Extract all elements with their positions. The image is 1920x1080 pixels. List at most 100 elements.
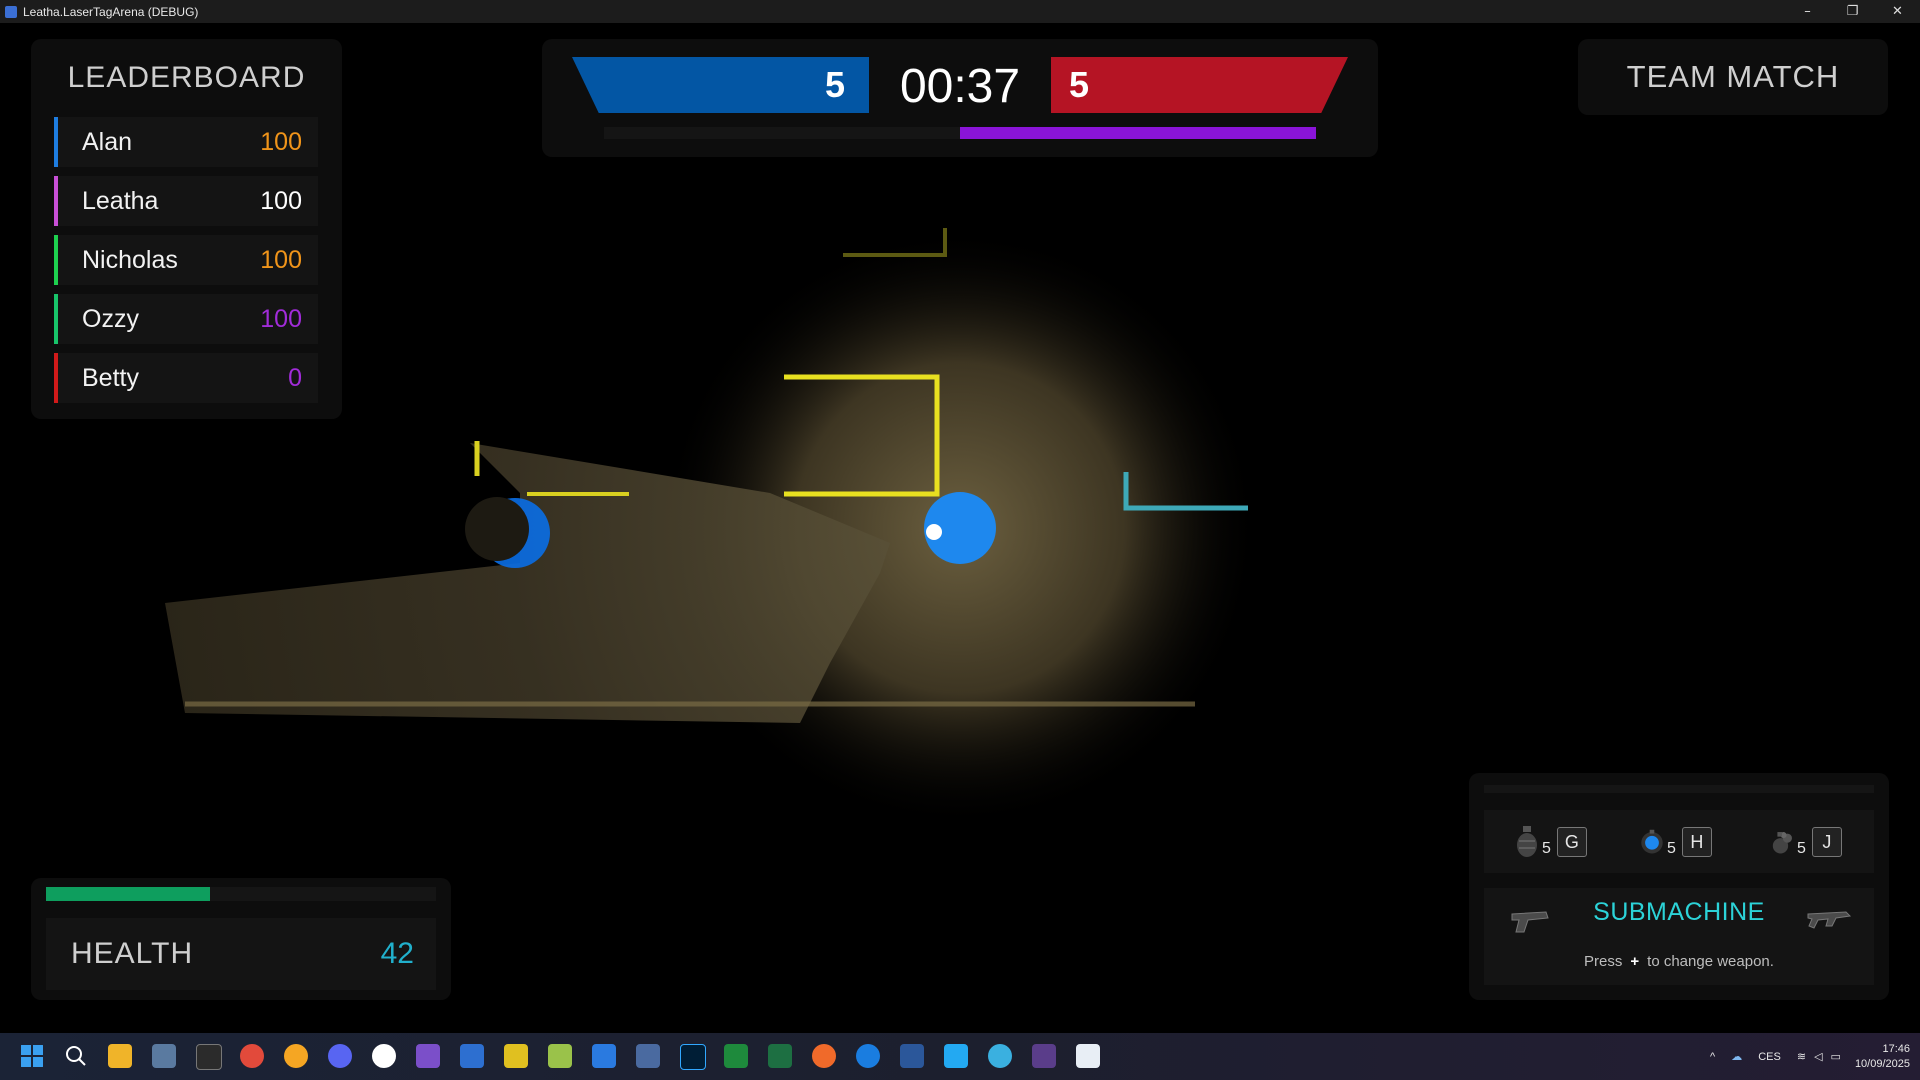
health-label: HEALTH [71,937,194,970]
match-progress-bar [604,127,1316,139]
health-bar-fill [46,887,210,901]
leaderboard-row: Nicholas 100 [54,235,318,285]
game-viewport[interactable]: LEADERBOARD Alan 100 Leatha 100 Nicholas… [0,23,1920,1033]
game-mode-panel: TEAM MATCH [1578,39,1888,115]
remote-desktop-icon[interactable] [460,1044,484,1068]
grenade-count: 5 [1542,840,1551,857]
grenade-count: 5 [1667,840,1676,857]
chrome-icon[interactable] [240,1044,264,1068]
player-avatar [924,492,996,564]
onedrive-icon[interactable]: ☁ [1731,1050,1742,1063]
player-name: Leatha [82,186,159,215]
weapon-cooldown-bar [1484,785,1874,793]
terminal-icon[interactable] [196,1044,222,1070]
team-color-bar [54,294,58,344]
language-indicator[interactable]: CES [1758,1051,1781,1063]
health-panel: HEALTH 42 [31,878,451,1000]
player-name: Alan [82,127,133,156]
close-button[interactable]: ✕ [1875,0,1920,23]
battery-icon[interactable]: ▭ [1831,1050,1841,1063]
terminal-preview-icon[interactable] [1032,1044,1056,1068]
team-scoreboard: 5 5 00:37 [542,39,1378,157]
leaderboard-row: Ozzy 100 [54,294,318,344]
player-score: 100 [260,245,302,274]
word-icon[interactable] [900,1044,924,1068]
notepad-icon[interactable] [548,1044,572,1068]
team-color-bar [54,176,58,226]
match-progress-fill [960,127,1316,139]
bing-icon[interactable] [856,1044,880,1068]
red-team-score: 5 [1069,64,1090,105]
grenade-slot-emp[interactable]: 5 H [1639,822,1712,862]
excel-icon[interactable] [768,1044,792,1068]
app-icon-white[interactable] [372,1044,396,1068]
visual-studio-icon[interactable] [416,1044,440,1068]
sync-icon[interactable] [724,1044,748,1068]
app-icon [5,5,17,18]
emp-grenade-icon [1641,829,1663,854]
key-hint: J [1811,827,1842,857]
bitwarden-icon[interactable] [592,1044,616,1068]
browser-icon[interactable] [284,1044,308,1068]
restore-button[interactable]: ❐ [1830,0,1875,23]
player-name: Betty [82,363,139,392]
team-color-bar [54,353,58,403]
smoke-grenade-icon [1772,832,1792,854]
file-explorer-icon[interactable] [108,1044,132,1068]
current-weapon-box: SUBMACHINE Press + to change weapon. [1484,888,1874,985]
hint-text-after: to change weapon. [1647,953,1774,970]
player-name: Nicholas [82,245,178,274]
window-title: Leatha.LaserTagArena (DEBUG) [23,4,199,19]
match-timer: 00:37 [899,60,1021,113]
python-icon[interactable] [504,1044,528,1068]
leaderboard-panel: LEADERBOARD Alan 100 Leatha 100 Nicholas… [31,39,342,419]
team-color-bar [54,117,58,167]
leaderboard-title: LEADERBOARD [67,61,306,94]
red-team-banner [1051,57,1348,113]
clock-time: 17:46 [1882,1042,1910,1055]
frag-grenade-icon [1517,826,1537,857]
health-readout: HEALTH 42 [46,918,436,990]
photoshop-icon[interactable] [680,1044,706,1070]
player-score: 100 [260,304,302,333]
windows-start-icon[interactable] [20,1044,44,1068]
key-hint: H [1681,827,1712,857]
game-engine-icon[interactable] [636,1044,660,1068]
vscode-icon[interactable] [944,1044,968,1068]
system-tray: ^ ☁ CES ≋ ◁ ▭ 17:46 10/09/2025 [1710,1033,1910,1080]
leaderboard-row: Alan 100 [54,117,318,167]
game-window-icon[interactable] [1076,1044,1100,1068]
leaderboard-row: Leatha 100 [54,176,318,226]
clock[interactable]: 17:46 10/09/2025 [1855,1042,1910,1072]
grenade-slot-frag[interactable]: 5 G [1514,822,1587,862]
key-hint: G [1556,827,1587,857]
blue-team-score: 5 [825,64,846,105]
grenade-slot-smoke[interactable]: 5 J [1769,822,1842,862]
grenade-slots: 5 G 5 H 5 J [1484,810,1874,873]
volume-icon[interactable]: ◁ [1814,1050,1822,1063]
chevron-up-icon[interactable]: ^ [1710,1051,1715,1063]
clock-date: 10/09/2025 [1854,1057,1910,1070]
leaderboard-row: Betty 0 [54,353,318,403]
weapons-panel: 5 G 5 H 5 J SUBMACHINE Press + to change… [1469,773,1889,1000]
globe-icon[interactable] [988,1044,1012,1068]
player-score: 0 [288,363,302,392]
game-mode-label: TEAM MATCH [1626,59,1840,94]
discord-icon[interactable] [328,1044,352,1068]
wifi-icon[interactable]: ≋ [1797,1050,1806,1063]
taskbar: ^ ☁ CES ≋ ◁ ▭ 17:46 10/09/2025 [0,1033,1920,1080]
minimize-button[interactable]: – [1785,0,1830,23]
search-icon[interactable] [64,1044,88,1068]
player-score: 100 [260,127,302,156]
player-score: 100 [260,186,302,215]
health-bar [46,887,436,901]
enemy-player [465,497,550,568]
grenade-count: 5 [1797,840,1806,857]
window-titlebar: Leatha.LaserTagArena (DEBUG) – ❐ ✕ [0,0,1920,23]
rifle-icon[interactable] [1806,906,1852,932]
task-manager-icon[interactable] [152,1044,176,1068]
team-color-bar [54,235,58,285]
weapon-switch-hint: Press + to change weapon. [1484,953,1874,970]
player-name: Ozzy [82,304,139,333]
pen-app-icon[interactable] [812,1044,836,1068]
